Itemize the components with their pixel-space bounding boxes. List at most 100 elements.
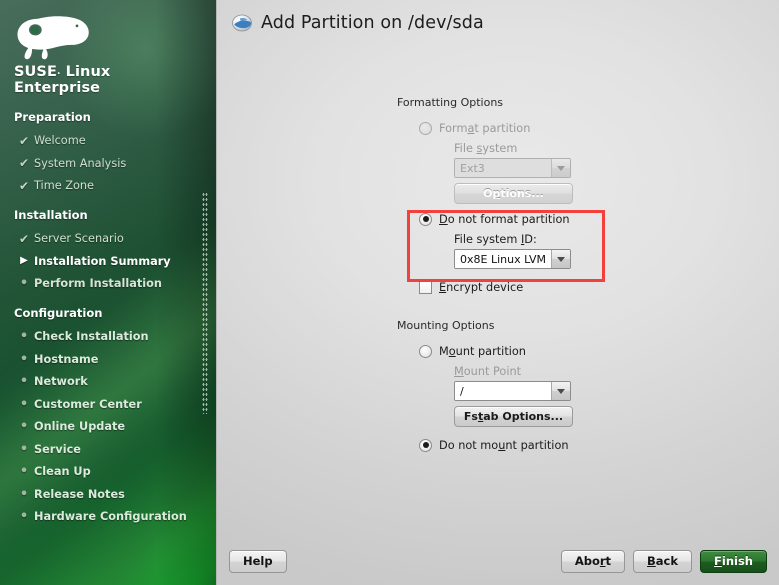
do-not-format-partition-label: Do not format partition <box>439 212 570 226</box>
sidebar-item-label: Online Update <box>34 420 126 433</box>
yast-globe-icon <box>231 12 253 34</box>
sidebar-item-online-update[interactable]: • Online Update <box>14 417 216 436</box>
file-system-id-combobox[interactable]: 0x8E Linux LVM <box>454 249 571 269</box>
nav-section-preparation: Preparation <box>14 110 91 124</box>
mount-partition-label: Mount partition <box>439 344 526 358</box>
bullet-icon: • <box>19 509 29 524</box>
check-icon: ✔ <box>18 178 30 193</box>
partition-form: Formatting Options Format partition File… <box>397 96 697 459</box>
encrypt-device-row[interactable]: Encrypt device <box>397 278 697 296</box>
sidebar-item-label: Clean Up <box>34 465 91 478</box>
sidebar-item-service[interactable]: • Service <box>14 440 216 459</box>
bullet-icon: • <box>19 464 29 479</box>
format-partition-radio[interactable] <box>419 121 432 135</box>
mount-point-value: / <box>455 382 551 400</box>
sidebar-item-check-installation[interactable]: • Check Installation <box>14 327 216 346</box>
nav-section-configuration: Configuration <box>14 306 103 320</box>
bullet-icon: • <box>19 329 29 344</box>
sidebar-item-network[interactable]: • Network <box>14 372 216 391</box>
format-partition-radio-row[interactable]: Format partition <box>397 119 697 137</box>
sidebar-item-hostname[interactable]: • Hostname <box>14 350 216 369</box>
sidebar-item-time-zone[interactable]: ✔ Time Zone <box>14 176 216 195</box>
bullet-icon: • <box>19 276 29 291</box>
file-system-combo-wrap: Ext3 <box>397 158 697 178</box>
do-not-format-partition-radio-row[interactable]: Do not format partition <box>397 210 697 228</box>
dialog-header: Add Partition on /dev/sda <box>217 0 779 46</box>
bullet-icon: • <box>19 374 29 389</box>
suse-chameleon-logo <box>14 14 94 60</box>
sidebar-item-clean-up[interactable]: • Clean Up <box>14 462 216 481</box>
help-button[interactable]: Help <box>229 549 287 573</box>
do-not-mount-partition-label: Do not mount partition <box>439 438 569 452</box>
brand-suse: SUSE <box>14 64 57 80</box>
sidebar-item-label: Hostname <box>34 352 99 366</box>
sidebar-item-installation-summary[interactable]: ▶ Installation Summary <box>14 252 216 271</box>
format-options-button-wrap: Op tions... <box>397 183 697 204</box>
sidebar-item-welcome[interactable]: ✔ Welcome <box>14 131 216 150</box>
sidebar-item-label: Perform Installation <box>34 277 162 290</box>
back-button[interactable]: Back <box>633 549 693 573</box>
brand-name: SUSE. Linux Enterprise <box>14 64 216 96</box>
chevron-down-icon[interactable] <box>551 382 570 400</box>
finish-button[interactable]: Finish <box>700 549 767 573</box>
dialog-footer: Help Abo r t Back Finish <box>217 537 779 585</box>
chevron-down-icon[interactable] <box>551 159 570 177</box>
sidebar-item-system-analysis[interactable]: ✔ System Analysis <box>14 154 216 173</box>
sidebar-item-label: Network <box>34 375 88 388</box>
do-not-mount-partition-radio[interactable] <box>419 438 432 452</box>
mount-partition-radio-row[interactable]: Mount partition <box>397 342 697 360</box>
sidebar-item-label: Check Installation <box>34 330 149 343</box>
file-system-value: Ext3 <box>455 159 551 177</box>
file-system-id-value: 0x8E Linux LVM <box>455 250 551 268</box>
sidebar-item-label: Hardware Configuration <box>34 510 187 523</box>
fstab-options-button[interactable]: Fs t ab Options... <box>454 406 573 427</box>
sidebar-item-perform-installation[interactable]: • Perform Installation <box>14 274 216 293</box>
do-not-mount-partition-radio-row[interactable]: Do not mount partition <box>397 436 697 454</box>
mount-point-combobox[interactable]: / <box>454 381 571 401</box>
file-system-id-label: File system ID: <box>454 233 537 246</box>
encrypt-device-label: Encrypt device <box>439 280 524 294</box>
sidebar-item-hardware-configuration[interactable]: • Hardware Configuration <box>14 507 216 526</box>
abort-button[interactable]: Abo r t <box>560 549 626 573</box>
encrypt-device-checkbox[interactable] <box>419 280 432 294</box>
mount-point-label: Mount Point <box>454 365 522 378</box>
check-icon: ✔ <box>18 156 30 170</box>
installer-sidebar: SUSE. Linux Enterprise Preparation ✔ Wel… <box>0 0 216 585</box>
bullet-icon: • <box>19 351 29 367</box>
do-not-format-partition-radio[interactable] <box>419 212 432 226</box>
file-system-label: File system <box>454 142 518 155</box>
bullet-icon: • <box>19 441 29 457</box>
sidebar-item-label: System Analysis <box>34 156 127 170</box>
sidebar-item-label: Release Notes <box>34 487 125 501</box>
check-icon: ✔ <box>18 133 30 148</box>
brand-linux: Linux <box>60 64 111 80</box>
format-partition-label: Format partition <box>439 121 531 135</box>
mount-point-combo-wrap: / <box>397 381 697 401</box>
sidebar-item-label: Time Zone <box>34 179 94 192</box>
triangle-right-icon: ▶ <box>20 255 28 266</box>
fstab-options-button-wrap: Fs t ab Options... <box>397 406 697 427</box>
main-panel: Add Partition on /dev/sda Formatting Opt… <box>216 0 779 585</box>
mounting-options-group-label: Mounting Options <box>397 319 495 332</box>
format-options-button[interactable]: Op tions... <box>454 183 573 204</box>
sidebar-item-server-scenario[interactable]: ✔ Server Scenario <box>14 229 216 248</box>
yast-installer-window: SUSE. Linux Enterprise Preparation ✔ Wel… <box>0 0 779 585</box>
sidebar-item-customer-center[interactable]: • Customer Center <box>14 395 216 414</box>
nav-section-installation: Installation <box>14 208 88 222</box>
formatting-options-group-label: Formatting Options <box>397 96 504 109</box>
mount-partition-radio[interactable] <box>419 344 432 358</box>
file-system-combobox[interactable]: Ext3 <box>454 158 571 178</box>
sidebar-item-label: Installation Summary <box>34 254 171 268</box>
chevron-down-icon[interactable] <box>551 250 570 268</box>
bullet-icon: • <box>19 419 29 434</box>
bullet-icon: • <box>19 486 29 502</box>
brand-enterprise: Enterprise <box>14 80 101 96</box>
sidebar-item-label: Server Scenario <box>34 232 124 245</box>
sidebar-item-label: Welcome <box>34 134 86 147</box>
sidebar-item-label: Customer Center <box>34 397 142 411</box>
sidebar-item-release-notes[interactable]: • Release Notes <box>14 485 216 504</box>
file-system-id-combo-wrap: 0x8E Linux LVM <box>397 249 697 269</box>
page-title: Add Partition on /dev/sda <box>261 13 484 33</box>
check-icon: ✔ <box>18 231 30 246</box>
bullet-icon: • <box>19 396 29 412</box>
